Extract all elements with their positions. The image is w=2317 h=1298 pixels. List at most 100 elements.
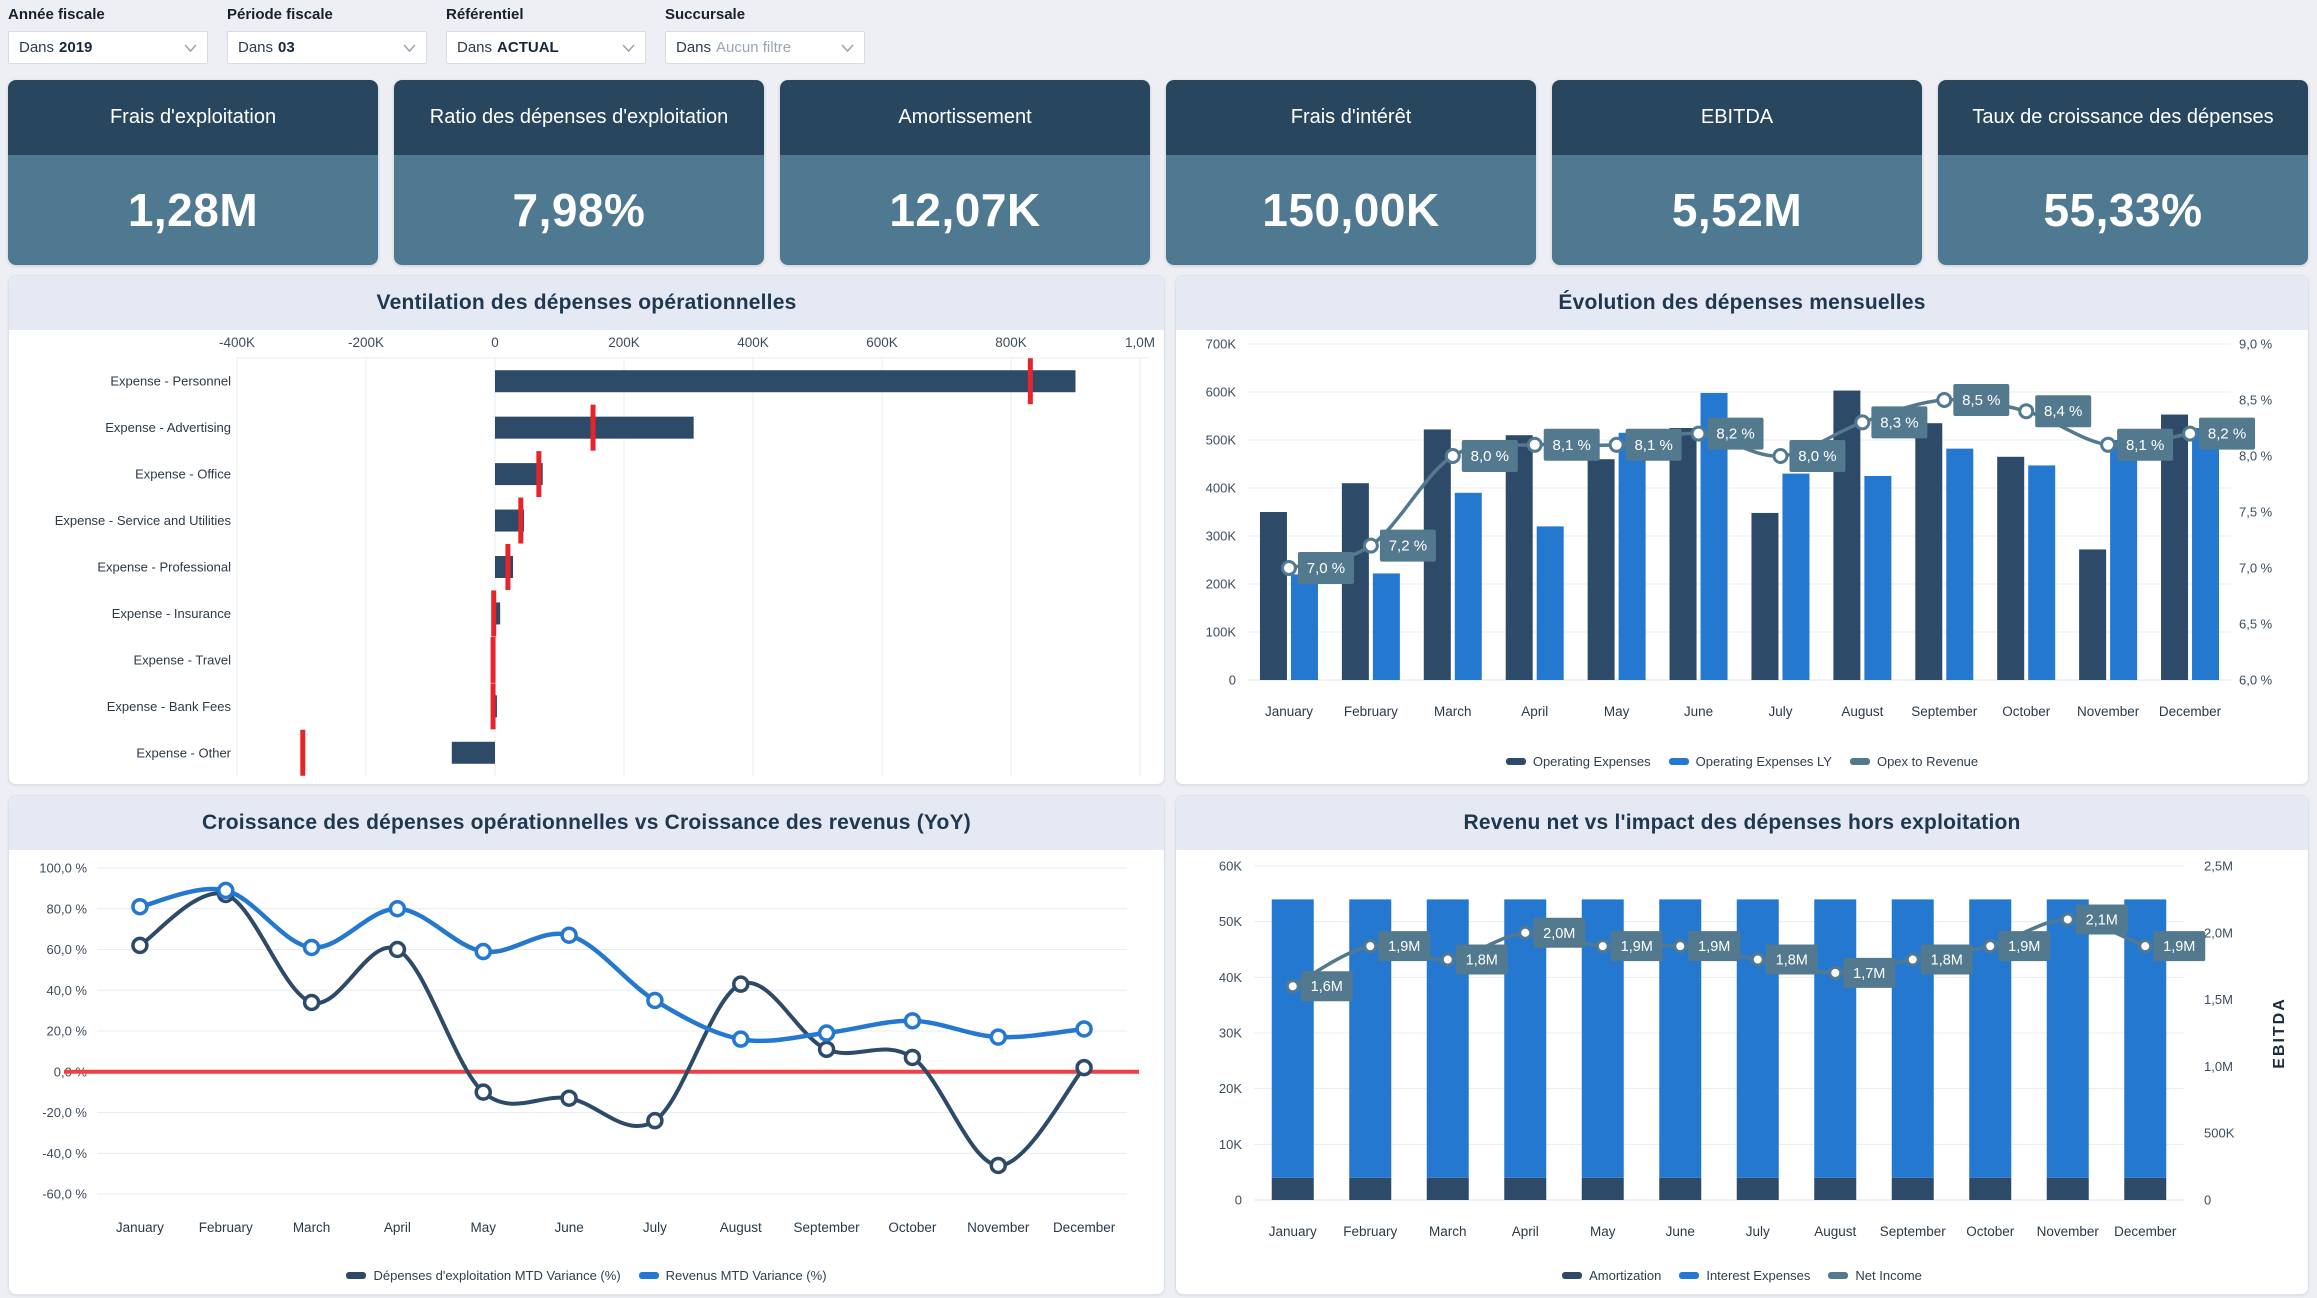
legend-item-revenus-mtd-variance[interactable]: Revenus MTD Variance (%) bbox=[639, 1268, 827, 1283]
d-penses-d-exploitation-mtd-variance-point-november[interactable] bbox=[991, 1158, 1005, 1172]
d-penses-d-exploitation-mtd-variance-point-january[interactable] bbox=[133, 938, 147, 952]
operating-expenses-ly-bar-october[interactable] bbox=[2028, 465, 2055, 680]
operating-expenses-ly-bar-august[interactable] bbox=[1864, 476, 1891, 680]
operating-expenses-ly-bar-january[interactable] bbox=[1291, 574, 1318, 680]
revenus-mtd-variance-point-january[interactable] bbox=[133, 900, 147, 914]
operating-expenses-bar-july[interactable] bbox=[1751, 513, 1778, 680]
net-income-point-october[interactable] bbox=[1985, 941, 1996, 952]
interest-expenses-bar-january[interactable] bbox=[1272, 899, 1314, 1177]
d-penses-d-exploitation-mtd-variance-point-may[interactable] bbox=[476, 1085, 490, 1099]
legend-item-d-penses-d-exploitation-mtd-variance[interactable]: Dépenses d'exploitation MTD Variance (%) bbox=[346, 1268, 620, 1283]
opex-to-revenue-point-october[interactable] bbox=[2020, 405, 2033, 418]
target-marker-expense-bank-fees[interactable] bbox=[491, 683, 496, 729]
net-income-point-november[interactable] bbox=[2062, 914, 2073, 925]
interest-expenses-bar-november[interactable] bbox=[2047, 899, 2089, 1177]
net-income-point-july[interactable] bbox=[1752, 954, 1763, 965]
amortization-bar-september[interactable] bbox=[1892, 1178, 1934, 1200]
d-penses-d-exploitation-mtd-variance-point-september[interactable] bbox=[820, 1042, 834, 1056]
opex-to-revenue-point-november[interactable] bbox=[2102, 438, 2115, 451]
opex-to-revenue-point-july[interactable] bbox=[1774, 450, 1787, 463]
revenus-mtd-variance-point-october[interactable] bbox=[905, 1014, 919, 1028]
operating-expenses-bar-november[interactable] bbox=[2079, 549, 2106, 680]
target-marker-expense-advertising[interactable] bbox=[591, 405, 596, 451]
succursale-dropdown[interactable]: DansAucun filtre bbox=[665, 31, 865, 64]
ann-e-fiscale-dropdown[interactable]: Dans2019 bbox=[8, 31, 208, 64]
net-income-point-march[interactable] bbox=[1442, 954, 1453, 965]
target-marker-expense-personnel[interactable] bbox=[1028, 358, 1033, 404]
amortization-bar-october[interactable] bbox=[1969, 1178, 2011, 1200]
target-marker-expense-professional[interactable] bbox=[505, 544, 510, 590]
net-income-point-june[interactable] bbox=[1675, 941, 1686, 952]
d-penses-d-exploitation-mtd-variance-point-july[interactable] bbox=[648, 1114, 662, 1128]
interest-expenses-bar-september[interactable] bbox=[1892, 899, 1934, 1177]
revenus-mtd-variance-point-june[interactable] bbox=[562, 928, 576, 942]
opex-to-revenue-point-may[interactable] bbox=[1610, 438, 1623, 451]
net-income-point-january[interactable] bbox=[1287, 981, 1298, 992]
amortization-bar-april[interactable] bbox=[1504, 1178, 1546, 1200]
opex-to-revenue-point-april[interactable] bbox=[1528, 438, 1541, 451]
operating-expenses-ly-bar-july[interactable] bbox=[1782, 474, 1809, 680]
operating-expenses-ly-bar-february[interactable] bbox=[1373, 573, 1400, 680]
revenus-mtd-variance-point-december[interactable] bbox=[1077, 1022, 1091, 1036]
interest-expenses-bar-july[interactable] bbox=[1737, 899, 1779, 1177]
amortization-bar-december[interactable] bbox=[2124, 1178, 2166, 1200]
net-income-point-may[interactable] bbox=[1597, 941, 1608, 952]
amortization-bar-july[interactable] bbox=[1737, 1178, 1779, 1200]
amortization-bar-november[interactable] bbox=[2047, 1178, 2089, 1200]
revenus-mtd-variance-point-march[interactable] bbox=[305, 940, 319, 954]
opex-to-revenue-point-june[interactable] bbox=[1692, 427, 1705, 440]
net-income-point-august[interactable] bbox=[1830, 967, 1841, 978]
net-income-point-september[interactable] bbox=[1907, 954, 1918, 965]
operating-expenses-ly-bar-april[interactable] bbox=[1537, 526, 1564, 680]
p-riode-fiscale-dropdown[interactable]: Dans03 bbox=[227, 31, 427, 64]
operating-expenses-ly-bar-march[interactable] bbox=[1455, 493, 1482, 680]
target-marker-expense-travel[interactable] bbox=[491, 637, 496, 683]
operating-expenses-ly-bar-december[interactable] bbox=[2192, 428, 2219, 680]
r-f-rentiel-dropdown[interactable]: DansACTUAL bbox=[446, 31, 646, 64]
net-income-point-april[interactable] bbox=[1520, 927, 1531, 938]
target-marker-expense-other[interactable] bbox=[300, 730, 305, 776]
target-marker-expense-office[interactable] bbox=[536, 451, 541, 497]
target-marker-expense-insurance[interactable] bbox=[491, 590, 496, 636]
net-income-point-december[interactable] bbox=[2140, 941, 2151, 952]
opex-to-revenue-point-december[interactable] bbox=[2184, 427, 2197, 440]
d-penses-d-exploitation-mtd-variance-point-august[interactable] bbox=[734, 977, 748, 991]
legend-item-net-income[interactable]: Net Income bbox=[1828, 1268, 1921, 1283]
revenus-mtd-variance-point-august[interactable] bbox=[734, 1032, 748, 1046]
operating-expenses-ly-bar-may[interactable] bbox=[1619, 433, 1646, 680]
operating-expenses-ly-bar-september[interactable] bbox=[1946, 449, 1973, 680]
target-marker-expense-service-and-utilities[interactable] bbox=[518, 498, 523, 544]
d-penses-d-exploitation-mtd-variance-point-march[interactable] bbox=[305, 995, 319, 1009]
d-penses-d-exploitation-mtd-variance-point-october[interactable] bbox=[905, 1050, 919, 1064]
operating-expenses-bar-may[interactable] bbox=[1588, 459, 1615, 680]
opex-to-revenue-point-march[interactable] bbox=[1446, 450, 1459, 463]
opex-to-revenue-point-august[interactable] bbox=[1856, 416, 1869, 429]
d-penses-d-exploitation-mtd-variance-point-april[interactable] bbox=[390, 943, 404, 957]
amortization-bar-january[interactable] bbox=[1272, 1178, 1314, 1200]
operating-expenses-ly-bar-november[interactable] bbox=[2110, 440, 2137, 680]
amortization-bar-august[interactable] bbox=[1814, 1178, 1856, 1200]
d-penses-d-exploitation-mtd-variance-point-june[interactable] bbox=[562, 1091, 576, 1105]
net-income-point-february[interactable] bbox=[1365, 941, 1376, 952]
revenus-mtd-variance-point-september[interactable] bbox=[820, 1026, 834, 1040]
opex-to-revenue-point-january[interactable] bbox=[1282, 562, 1295, 575]
interest-expenses-bar-august[interactable] bbox=[1814, 899, 1856, 1177]
operating-expenses-bar-january[interactable] bbox=[1260, 512, 1287, 680]
opex-to-revenue-point-february[interactable] bbox=[1364, 539, 1377, 552]
revenus-mtd-variance-point-february[interactable] bbox=[219, 883, 233, 897]
revenus-mtd-variance-point-may[interactable] bbox=[476, 945, 490, 959]
interest-expenses-bar-march[interactable] bbox=[1427, 899, 1469, 1177]
legend-item-interest-expenses[interactable]: Interest Expenses bbox=[1679, 1268, 1810, 1283]
expense-bar-expense-other[interactable] bbox=[452, 742, 495, 764]
expense-bar-expense-office[interactable] bbox=[495, 463, 543, 485]
amortization-bar-february[interactable] bbox=[1349, 1178, 1391, 1200]
operating-expenses-bar-september[interactable] bbox=[1915, 423, 1942, 680]
d-penses-d-exploitation-mtd-variance-point-december[interactable] bbox=[1077, 1061, 1091, 1075]
amortization-bar-june[interactable] bbox=[1659, 1178, 1701, 1200]
legend-item-amortization[interactable]: Amortization bbox=[1562, 1268, 1661, 1283]
opex-to-revenue-point-september[interactable] bbox=[1938, 394, 1951, 407]
revenus-mtd-variance-point-april[interactable] bbox=[390, 902, 404, 916]
amortization-bar-may[interactable] bbox=[1582, 1178, 1624, 1200]
amortization-bar-march[interactable] bbox=[1427, 1178, 1469, 1200]
legend-item-operating-expenses-ly[interactable]: Operating Expenses LY bbox=[1669, 754, 1832, 769]
